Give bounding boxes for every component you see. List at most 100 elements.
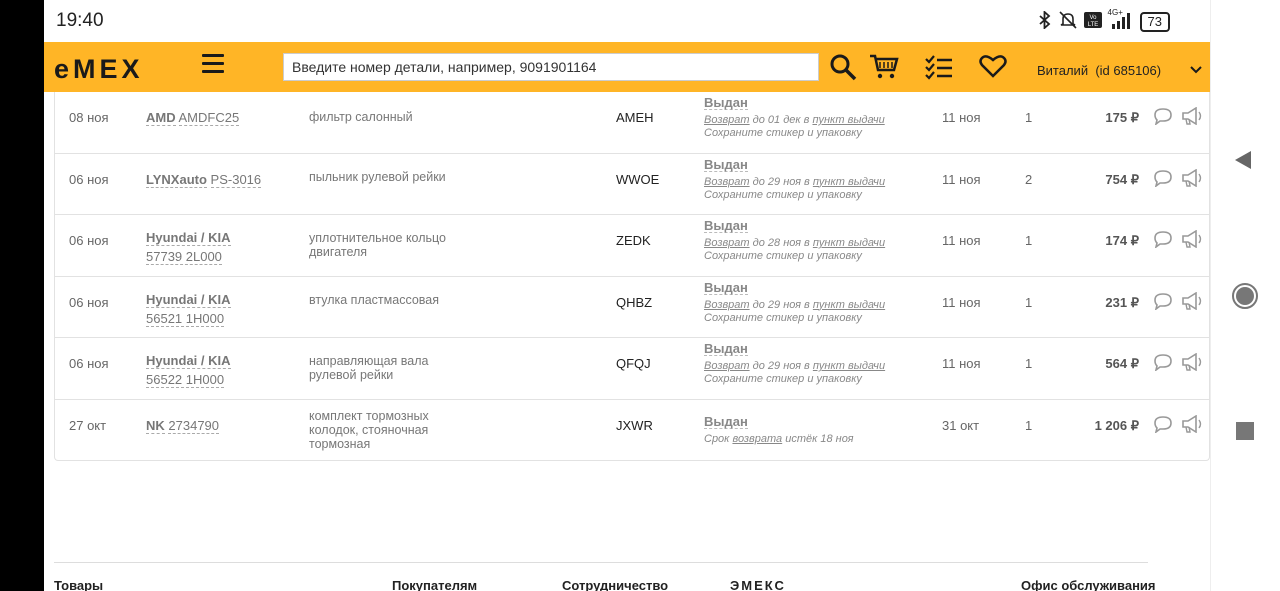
pickup-point-link[interactable]: пункт выдачи [813,237,885,249]
muted-bell-icon [1058,10,1078,34]
emex-logo[interactable]: eMEX [54,54,144,85]
return-link[interactable]: возврата [732,433,782,445]
order-date: 08 ноя [69,110,109,125]
pickup-point-link[interactable]: пункт выдачи [813,299,885,311]
order-status[interactable]: Выдан [704,219,748,233]
orders-list-icon[interactable] [924,53,954,81]
part-brand-number[interactable]: NK 2734790 [146,416,220,435]
megaphone-icon[interactable] [1181,168,1203,190]
part-brand[interactable]: Hyundai / KIA [146,291,231,308]
order-qty: 1 [1025,356,1033,371]
delivery-date: 11 ноя [942,294,981,310]
footer-link-products[interactable]: Товары [54,578,103,591]
order-status-block: Выдан Возврат до 29 ноя в пункт выдачи Сох… [704,158,885,202]
pickup-point-link[interactable]: пункт выдачи [812,114,884,126]
part-brand[interactable]: AMD [146,110,176,126]
part-brand[interactable]: Hyundai / KIA [146,230,231,246]
part-brand-number[interactable]: Hyundai / KIA 57739 2L000 [146,228,231,266]
user-id: (id 685106) [1095,63,1162,78]
chat-icon[interactable] [1153,169,1173,190]
part-number[interactable]: PS-3016 [210,171,262,188]
megaphone-icon[interactable] [1181,414,1203,436]
part-number[interactable]: 56522 1H000 [146,372,225,388]
order-price: 564 ₽ [1105,356,1139,371]
order-status[interactable]: Выдан [704,415,748,429]
order-row: 27 окт NK 2734790 комплект тормозных кол… [55,400,1209,460]
expired-note: Срок возврата истёк 18 ноя [704,432,854,445]
back-icon[interactable] [1233,150,1253,175]
row-actions [1153,352,1203,374]
order-row: 06 ноя Hyundai / KIA 56522 1H000 направля… [55,338,1209,400]
heart-icon[interactable] [979,53,1009,81]
part-number[interactable]: AMDFC25 [178,110,240,126]
battery-icon: 73 [1139,12,1170,32]
chat-icon[interactable] [1153,415,1173,436]
order-status[interactable]: Выдан [704,96,748,110]
sticker-note: Сохраните стикер и упаковку [704,373,862,385]
row-actions [1153,291,1203,313]
return-link[interactable]: Возврат [704,299,750,311]
order-row: 08 ноя AMD AMDFC25 фильтр салонный AMEH … [55,92,1209,154]
return-link[interactable]: Возврат [704,114,750,126]
megaphone-icon[interactable] [1181,229,1203,251]
part-number[interactable]: 57739 2L000 [146,249,222,265]
part-brand[interactable]: NK [146,417,165,434]
order-row: 06 ноя LYNXauto PS-3016 пыльник рулевой … [55,154,1209,215]
chat-icon[interactable] [1153,353,1173,374]
order-status[interactable]: Выдан [704,342,748,356]
user-menu[interactable]: Виталий (id 685106) [1037,63,1161,78]
part-brand-number[interactable]: Hyundai / KIA 56522 1H000 [146,351,231,389]
sticker-note: Сохраните стикер и упаковку [704,188,862,201]
orders-table: 08 ноя AMD AMDFC25 фильтр салонный AMEH … [54,92,1210,461]
search-input[interactable] [283,53,819,81]
bluetooth-icon [1038,9,1052,33]
status-bar: 19:40 Vo LTE 4G+ 73 [44,0,1210,42]
svg-text:Vo: Vo [1089,15,1097,21]
footer-link-partnership[interactable]: Сотрудничество [562,578,668,591]
part-brand[interactable]: LYNXauto [146,171,207,188]
status-time: 19:40 [56,10,104,31]
order-qty: 2 [1025,171,1033,187]
left-bezel [0,0,44,591]
pickup-point-link[interactable]: пункт выдачи [813,360,885,372]
delivery-date: 11 ноя [942,233,981,248]
part-description: фильтр салонный [309,110,413,124]
recents-icon[interactable] [1236,422,1254,445]
delivery-date: 11 ноя [942,110,981,125]
menu-icon[interactable] [202,54,224,74]
part-number[interactable]: 2734790 [168,417,220,434]
row-actions [1153,229,1203,251]
order-qty: 1 [1025,294,1033,310]
part-brand-number[interactable]: AMD AMDFC25 [146,108,240,127]
user-name: Виталий [1037,63,1089,78]
search-icon[interactable] [829,53,859,81]
megaphone-icon[interactable] [1181,352,1203,374]
cart-icon[interactable] [869,53,899,81]
return-link[interactable]: Возврат [704,176,750,188]
signal-icon: 4G+ [1108,8,1134,33]
part-brand[interactable]: Hyundai / KIA [146,353,231,369]
part-description: втулка пластмассовая [309,292,440,307]
chevron-down-icon[interactable] [1190,62,1202,78]
pickup-point-link[interactable]: пункт выдачи [813,176,885,188]
return-link[interactable]: Возврат [704,360,750,372]
part-brand-number[interactable]: Hyundai / KIA 56521 1H000 [146,290,231,328]
chat-icon[interactable] [1153,230,1173,251]
part-number[interactable]: 56521 1H000 [146,310,225,327]
chat-icon[interactable] [1153,292,1173,313]
megaphone-icon[interactable] [1181,106,1203,128]
order-status[interactable]: Выдан [704,158,748,172]
order-status[interactable]: Выдан [704,281,748,295]
return-link[interactable]: Возврат [704,237,750,249]
megaphone-icon[interactable] [1181,291,1203,313]
chat-icon[interactable] [1153,107,1173,128]
part-brand-number[interactable]: LYNXauto PS-3016 [146,170,262,189]
footer-link-customers[interactable]: Покупателям [392,578,477,591]
footer-link-emex[interactable]: ЭМЕКС [730,578,786,591]
home-icon[interactable] [1231,282,1259,315]
footer-link-office[interactable]: Офис обслуживания [1021,578,1156,591]
delivery-date: 11 ноя [942,171,981,187]
order-code: ZEDK [616,233,651,248]
order-date: 27 окт [69,417,107,433]
order-qty: 1 [1025,233,1033,248]
